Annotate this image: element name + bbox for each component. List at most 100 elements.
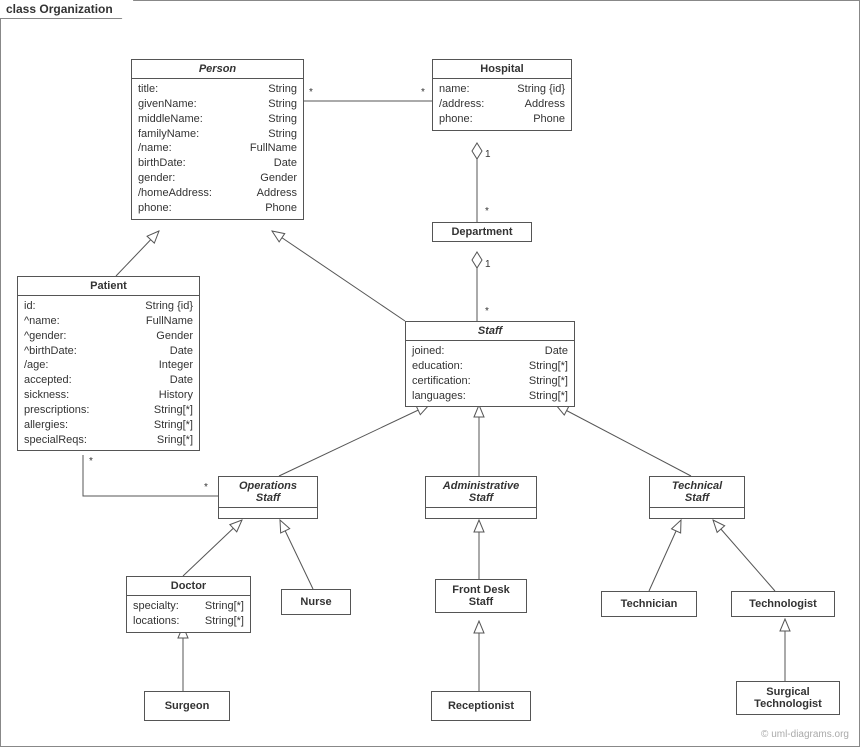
attr-type: String: [268, 82, 297, 97]
attr: specialty:: [133, 599, 179, 614]
class-technologist: Technologist: [731, 591, 835, 617]
title-line: Staff: [440, 596, 522, 608]
attr: specialReqs:: [24, 433, 87, 448]
diagram-frame: class Organization: [0, 0, 860, 747]
mult-hospital-dept-top: 1: [485, 149, 491, 160]
class-hospital: Hospital name: String {id} /address: Addre…: [432, 59, 572, 131]
attr: phone:: [439, 112, 473, 127]
class-surgeon: Surgeon: [144, 691, 230, 721]
attr-type: String[*]: [154, 418, 193, 433]
attr: joined:: [412, 344, 444, 359]
class-technical-staff: Technical Staff: [649, 476, 745, 519]
title-line: Operations: [223, 480, 313, 492]
attr-type: String {id}: [517, 82, 565, 97]
mult-dept-staff-bottom: *: [485, 306, 489, 317]
attr: certification:: [412, 374, 471, 389]
attr-type: String {id}: [145, 299, 193, 314]
attr-type: Gender: [156, 329, 193, 344]
title-line: Administrative: [430, 480, 532, 492]
attr-type: String: [268, 97, 297, 112]
class-patient: Patient id:String {id} ^name:FullName ^g…: [17, 276, 200, 451]
class-staff: Staff joined:Date education:String[*] ce…: [405, 321, 575, 407]
attr: prescriptions:: [24, 403, 89, 418]
attr: name:: [439, 82, 470, 97]
class-administrative-staff-title: Administrative Staff: [426, 477, 536, 508]
attr: title:: [138, 82, 158, 97]
attr-type: Integer: [159, 358, 193, 373]
mult-patient-opstaff-opstaff: *: [204, 482, 208, 493]
class-person-attrs: title: String givenName: String middleName…: [132, 79, 303, 219]
class-hospital-title: Hospital: [433, 60, 571, 79]
class-patient-attrs: id:String {id} ^name:FullName ^gender:Ge…: [18, 296, 199, 450]
attr: /address:: [439, 97, 484, 112]
class-administrative-staff: Administrative Staff: [425, 476, 537, 519]
attr: ^gender:: [24, 329, 66, 344]
attr-type: String[*]: [205, 599, 244, 614]
class-technician-title: Technician: [602, 592, 696, 616]
attr-type: String[*]: [529, 374, 568, 389]
attr-type: Phone: [533, 112, 565, 127]
attr: gender:: [138, 171, 175, 186]
title-line: Surgical: [741, 686, 835, 698]
attr-type: Address: [525, 97, 565, 112]
attr: sickness:: [24, 388, 69, 403]
class-doctor: Doctor specialty: String[*] locations: Str…: [126, 576, 251, 633]
attr-type: String: [268, 127, 297, 142]
class-nurse-title: Nurse: [282, 590, 350, 614]
attr: /name:: [138, 141, 172, 156]
watermark: © uml-diagrams.org: [761, 729, 849, 740]
attr: /age:: [24, 358, 48, 373]
mult-dept-staff-top: 1: [485, 259, 491, 270]
class-receptionist: Receptionist: [431, 691, 531, 721]
class-surgical-technologist-title: Surgical Technologist: [737, 682, 839, 714]
class-receptionist-title: Receptionist: [432, 692, 530, 720]
class-surgical-technologist: Surgical Technologist: [736, 681, 840, 715]
attr-type: Gender: [260, 171, 297, 186]
attr: phone:: [138, 201, 172, 216]
mult-patient-opstaff-patient: *: [89, 456, 93, 467]
attr: givenName:: [138, 97, 197, 112]
attr: id:: [24, 299, 36, 314]
attr-type: Address: [257, 186, 297, 201]
attr-type: Date: [274, 156, 297, 171]
attr: ^birthDate:: [24, 344, 77, 359]
class-operations-staff: Operations Staff: [218, 476, 318, 519]
attr-type: History: [159, 388, 193, 403]
class-operations-staff-title: Operations Staff: [219, 477, 317, 508]
class-technician: Technician: [601, 591, 697, 617]
mult-hospital-dept-bottom: *: [485, 206, 489, 217]
attr: familyName:: [138, 127, 199, 142]
title-line: Technologist: [741, 698, 835, 710]
attr: middleName:: [138, 112, 203, 127]
class-staff-attrs: joined:Date education:String[*] certific…: [406, 341, 574, 406]
attr: birthDate:: [138, 156, 186, 171]
class-nurse: Nurse: [281, 589, 351, 615]
class-technologist-title: Technologist: [732, 592, 834, 616]
attr-type: String[*]: [205, 614, 244, 629]
mult-person-side: *: [309, 87, 313, 98]
class-department: Department: [432, 222, 532, 242]
attr: locations:: [133, 614, 179, 629]
class-doctor-attrs: specialty: String[*] locations: String[*]: [127, 596, 250, 632]
title-line: Staff: [430, 492, 532, 504]
diagram-title: class Organization: [0, 0, 134, 19]
title-line: Front Desk: [440, 584, 522, 596]
attr: languages:: [412, 389, 466, 404]
class-doctor-title: Doctor: [127, 577, 250, 596]
class-person: Person title:String givenName:String mid…: [131, 59, 304, 220]
attr: allergies:: [24, 418, 68, 433]
class-patient-title: Patient: [18, 277, 199, 296]
mult-hospital-side: *: [421, 87, 425, 98]
class-hospital-attrs: name: String {id} /address: Address phone:…: [433, 79, 571, 130]
title-line: Staff: [654, 492, 740, 504]
class-staff-title: Staff: [406, 322, 574, 341]
attr-type: Date: [170, 373, 193, 388]
class-surgeon-title: Surgeon: [145, 692, 229, 720]
attr-type: Phone: [265, 201, 297, 216]
attr-type: Date: [170, 344, 193, 359]
attr-type: String[*]: [529, 389, 568, 404]
title-line: Staff: [223, 492, 313, 504]
title-line: Technical: [654, 480, 740, 492]
class-technical-staff-title: Technical Staff: [650, 477, 744, 508]
attr: education:: [412, 359, 463, 374]
